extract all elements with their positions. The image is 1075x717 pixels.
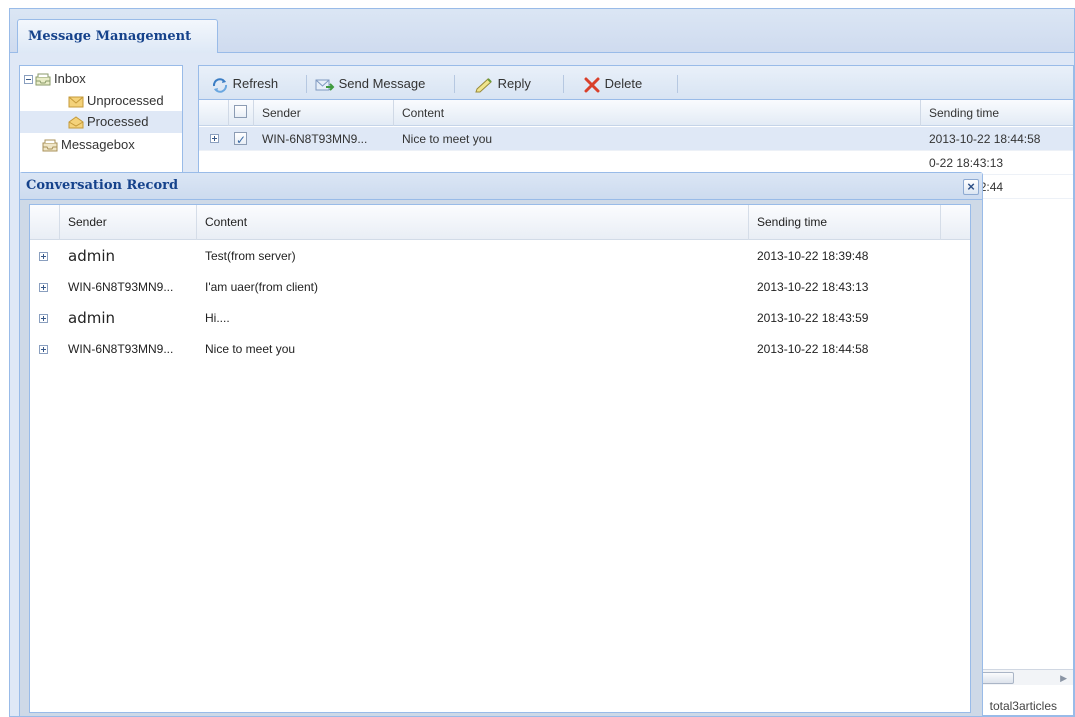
row-sender: WIN-6N8T93MN9... xyxy=(262,132,368,146)
conversation-row[interactable]: admin Test(from server) 2013-10-22 18:39… xyxy=(30,241,970,272)
expand-icon[interactable] xyxy=(39,252,48,261)
select-all-checkbox[interactable] xyxy=(234,105,247,118)
row-content: Nice to meet you xyxy=(402,132,493,146)
row-time: 2013-10-22 18:39:48 xyxy=(757,249,869,263)
row-content: Hi.... xyxy=(205,311,230,325)
tree-item-messagebox[interactable]: Messagebox xyxy=(42,134,135,156)
toolbar-separator xyxy=(454,75,455,93)
refresh-icon xyxy=(212,77,228,93)
tree-item-label: Processed xyxy=(87,114,149,129)
grid-header-content[interactable]: Content xyxy=(394,100,921,126)
conversation-row[interactable]: WIN-6N8T93MN9... I'am uaer(from client) … xyxy=(30,272,970,303)
mail-open-icon xyxy=(68,116,84,129)
conversation-row[interactable]: WIN-6N8T93MN9... Nice to meet you 2013-1… xyxy=(30,334,970,365)
row-content: I'am uaer(from client) xyxy=(205,280,318,294)
window-title: Conversation Record xyxy=(26,178,179,193)
conversation-grid-header: Sender Content Sending time xyxy=(30,205,970,240)
row-sender: WIN-6N8T93MN9... xyxy=(68,280,174,294)
row-sender: admin xyxy=(68,309,115,327)
tab-message-management[interactable]: Message Management xyxy=(17,19,218,54)
toolbar-separator xyxy=(563,75,564,93)
table-row[interactable]: WIN-6N8T93MN9... Nice to meet you 2013-1… xyxy=(199,127,1073,152)
row-sender: admin xyxy=(68,247,115,265)
row-content: Nice to meet you xyxy=(205,342,296,356)
toolbar-separator xyxy=(677,75,678,93)
row-time: 2013-10-22 18:44:58 xyxy=(757,342,869,356)
send-message-button[interactable]: Send Message xyxy=(315,74,425,94)
mailbox-tree: Inbox Unprocessed Processed Messagebox xyxy=(19,65,183,185)
inbox-icon xyxy=(35,73,51,86)
send-message-label: Send Message xyxy=(338,76,426,91)
grid-header-time[interactable]: Sending time xyxy=(921,100,1075,126)
conversation-row[interactable]: admin Hi.... 2013-10-22 18:43:59 xyxy=(30,303,970,334)
row-sender: WIN-6N8T93MN9... xyxy=(68,342,174,356)
scroll-right-icon[interactable]: ▶ xyxy=(1060,670,1067,686)
scrollbar-thumb[interactable] xyxy=(978,672,1014,684)
toolbar: Refresh Send Message Reply Delete xyxy=(199,66,1073,100)
tree-item-unprocessed[interactable]: Unprocessed xyxy=(68,90,164,112)
close-icon[interactable]: × xyxy=(963,179,979,195)
horizontal-scrollbar[interactable]: ▶ xyxy=(978,669,1073,685)
expand-icon[interactable] xyxy=(39,314,48,323)
collapse-icon[interactable] xyxy=(24,75,33,85)
tree-item-inbox[interactable]: Inbox xyxy=(24,68,86,90)
paging-info: total3articles xyxy=(989,699,1057,713)
toolbar-separator xyxy=(306,75,307,93)
header-sender[interactable]: Sender xyxy=(60,205,197,240)
expand-icon[interactable] xyxy=(39,283,48,292)
row-time: 2013-10-22 18:44:58 xyxy=(929,132,1041,146)
row-content: Test(from server) xyxy=(205,249,296,263)
header-content[interactable]: Content xyxy=(197,205,749,240)
expand-icon[interactable] xyxy=(39,345,48,354)
delete-label: Delete xyxy=(604,76,643,91)
grid-header-expander xyxy=(199,100,229,126)
header-time[interactable]: Sending time xyxy=(749,205,941,240)
tree-item-processed[interactable]: Processed xyxy=(20,111,182,133)
delete-icon xyxy=(584,77,600,93)
tree-item-label: Messagebox xyxy=(61,137,135,152)
refresh-label: Refresh xyxy=(232,76,279,91)
row-checkbox[interactable] xyxy=(234,128,247,152)
tree-item-label: Inbox xyxy=(54,71,86,86)
mail-closed-icon xyxy=(68,96,84,108)
tab-strip: Message Management xyxy=(10,9,1074,54)
reply-icon xyxy=(475,77,492,93)
refresh-button[interactable]: Refresh xyxy=(211,74,278,94)
conversation-record-window: Conversation Record × Sender Content Sen… xyxy=(19,172,983,717)
reply-label: Reply xyxy=(497,76,531,91)
delete-button[interactable]: Delete xyxy=(583,74,642,94)
send-message-icon xyxy=(315,79,335,91)
header-expander xyxy=(30,205,60,240)
grid-header-select[interactable] xyxy=(229,100,254,126)
conversation-grid: Sender Content Sending time admin Test(f… xyxy=(29,204,971,713)
row-time: 2013-10-22 18:43:59 xyxy=(757,311,869,325)
tree-item-label: Unprocessed xyxy=(87,93,164,108)
reply-button[interactable]: Reply xyxy=(474,74,531,94)
expand-icon[interactable] xyxy=(210,134,219,143)
grid-header-sender[interactable]: Sender xyxy=(254,100,394,126)
row-time: 2013-10-22 18:43:13 xyxy=(757,280,869,294)
messagebox-icon xyxy=(42,139,58,152)
window-header: Conversation Record × xyxy=(20,173,982,200)
grid-header: Sender Content Sending time xyxy=(199,100,1073,126)
